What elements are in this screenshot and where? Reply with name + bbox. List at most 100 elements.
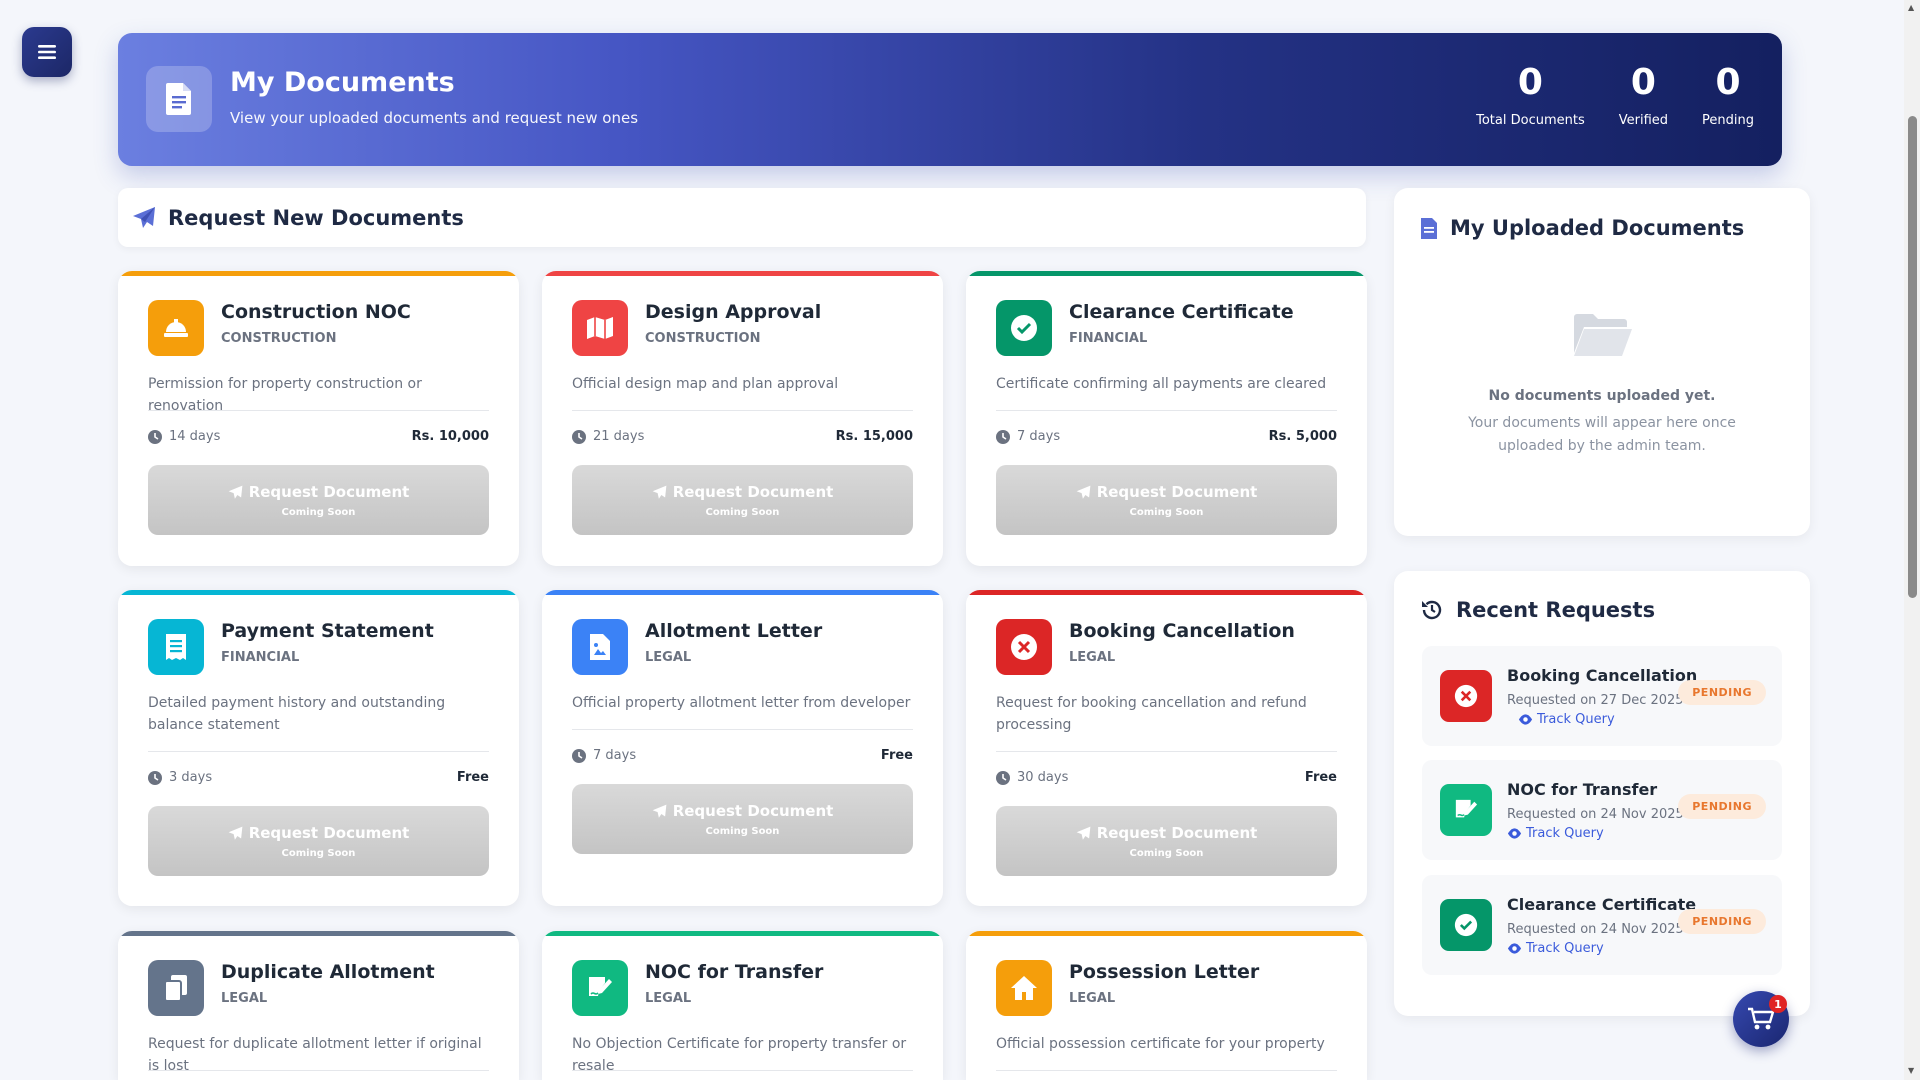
card-category: LEGAL [645, 650, 692, 665]
processing-time: 7 days [996, 429, 1060, 444]
track-query-link[interactable]: Track Query [1507, 941, 1604, 956]
clock-icon [148, 429, 162, 444]
card-title: NOC for Transfer [645, 961, 824, 983]
copy-icon [148, 960, 204, 1016]
uploaded-documents-header: My Uploaded Documents [1420, 216, 1744, 240]
card-meta: 30 days Free [996, 770, 1337, 785]
divider [148, 410, 489, 411]
request-document-button[interactable]: Request Document Coming Soon [996, 806, 1337, 876]
card-meta: 21 days Rs. 15,000 [572, 429, 913, 444]
request-title: Clearance Certificate [1507, 895, 1697, 914]
processing-time: 3 days [148, 770, 212, 785]
x-circle-icon [996, 619, 1052, 675]
days-text: 30 days [1017, 770, 1069, 785]
request-document-button[interactable]: Request Document Coming Soon [572, 784, 913, 854]
card-meta: 7 days Free [572, 748, 913, 763]
price: Rs. 5,000 [1268, 429, 1337, 444]
track-query-link[interactable]: Track Query [1507, 826, 1604, 841]
menu-button[interactable] [22, 27, 72, 77]
request-document-button[interactable]: Request Document Coming Soon [996, 465, 1337, 535]
cart-icon [1748, 1007, 1775, 1030]
processing-time: 21 days [572, 429, 644, 444]
recent-requests-panel: Recent Requests Booking Cancellation Req… [1394, 571, 1810, 1016]
recent-request-item: Clearance Certificate Requested on 24 No… [1422, 875, 1782, 975]
request-document-button[interactable]: Request Document Coming Soon [572, 465, 913, 535]
scrollbar-thumb[interactable] [1908, 116, 1917, 598]
check-circle-icon [1440, 899, 1492, 951]
button-label: Request Document [672, 802, 834, 820]
folder-open-icon [1572, 313, 1634, 361]
request-section-title: Request New Documents [168, 205, 464, 230]
eye-icon [1507, 828, 1522, 839]
stat-total-documents: 0 Total Documents [1476, 63, 1585, 128]
scroll-up-arrow-icon[interactable]: ▲ [1908, 3, 1914, 12]
card-accent-bar [966, 271, 1367, 276]
request-title: Booking Cancellation [1507, 666, 1698, 685]
track-query-label: Track Query [1526, 941, 1604, 956]
empty-title: No documents uploaded yet. [1488, 388, 1716, 404]
paper-plane-icon [652, 804, 667, 818]
eye-icon [1507, 943, 1522, 954]
page-header: My Documents View your uploaded document… [118, 33, 1782, 166]
clock-icon [572, 429, 586, 444]
divider [572, 1070, 913, 1071]
processing-time: 7 days [572, 748, 636, 763]
history-icon [1422, 600, 1442, 620]
request-document-button[interactable]: Request Document Coming Soon [148, 465, 489, 535]
clock-icon [572, 748, 586, 763]
days-text: 7 days [1017, 429, 1061, 444]
card-category: FINANCIAL [1069, 331, 1148, 346]
cart-button[interactable]: 1 [1733, 991, 1789, 1047]
track-query-link[interactable]: Track Query [1518, 712, 1615, 727]
button-sublabel: Coming Soon [281, 848, 356, 859]
card-accent-bar [542, 931, 943, 936]
card-category: LEGAL [1069, 991, 1116, 1006]
document-card: Duplicate Allotment LEGAL Request for du… [118, 931, 519, 1080]
document-card: NOC for Transfer LEGAL No Objection Cert… [542, 931, 943, 1080]
request-document-button[interactable]: Request Document Coming Soon [148, 806, 489, 876]
card-accent-bar [118, 931, 519, 936]
button-label: Request Document [1096, 483, 1258, 501]
card-accent-bar [966, 931, 1367, 936]
processing-time: 30 days [996, 770, 1068, 785]
price: Free [1304, 770, 1337, 785]
clock-icon [148, 770, 162, 785]
hamburger-icon [38, 45, 56, 59]
divider [148, 751, 489, 752]
stats-group: 0 Total Documents 0 Verified 0 Pending [1476, 63, 1754, 128]
card-title: Payment Statement [221, 620, 434, 642]
button-sublabel: Coming Soon [281, 507, 356, 518]
paper-plane-icon [228, 826, 243, 840]
days-text: 7 days [593, 748, 637, 763]
card-category: LEGAL [1069, 650, 1116, 665]
days-text: 14 days [169, 429, 221, 444]
scroll-down-arrow-icon[interactable]: ▼ [1908, 1066, 1914, 1075]
price: Rs. 15,000 [835, 429, 913, 444]
price: Free [456, 770, 489, 785]
document-icon [146, 66, 212, 132]
card-title: Clearance Certificate [1069, 301, 1294, 323]
card-title: Allotment Letter [645, 620, 823, 642]
card-accent-bar [542, 271, 943, 276]
helmet-icon [148, 300, 204, 356]
price: Rs. 10,000 [411, 429, 489, 444]
request-date: Requested on 24 Nov 2025 [1507, 922, 1684, 937]
card-title: Duplicate Allotment [221, 961, 435, 983]
card-description: Certificate confirming all payments are … [996, 376, 1327, 392]
document-card: Clearance Certificate FINANCIAL Certific… [966, 271, 1367, 566]
button-sublabel: Coming Soon [705, 826, 780, 837]
page-subtitle: View your uploaded documents and request… [230, 109, 639, 127]
document-card: Design Approval CONSTRUCTION Official de… [542, 271, 943, 566]
page-scrollbar[interactable]: ▲ ▼ [1904, 0, 1920, 1080]
cart-count-badge: 1 [1769, 995, 1787, 1013]
clock-icon [996, 770, 1010, 785]
document-card: Construction NOC CONSTRUCTION Permission… [118, 271, 519, 566]
document-card: Booking Cancellation LEGAL Request for b… [966, 590, 1367, 906]
divider [996, 410, 1337, 411]
card-description: Official possession certificate for your… [996, 1036, 1325, 1052]
map-icon [572, 300, 628, 356]
button-label: Request Document [248, 483, 410, 501]
status-badge: PENDING [1678, 909, 1766, 934]
card-category: FINANCIAL [221, 650, 300, 665]
stat-value: 0 [1630, 62, 1656, 103]
